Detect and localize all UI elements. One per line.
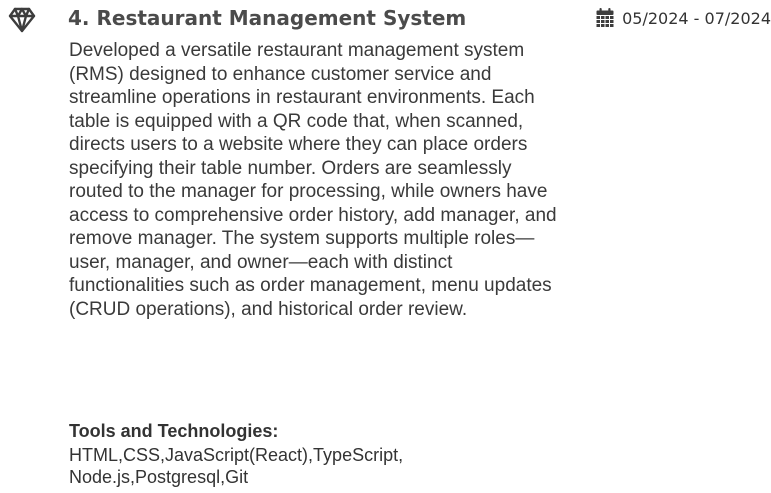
calendar-icon [596,8,614,28]
project-description: Developed a versatile restaurant managem… [69,40,557,320]
tools-list: HTML,CSS,JavaScript(React),TypeScript, N… [69,445,404,487]
project-entry: 4. Restaurant Management System 05/2024 … [0,0,771,493]
project-title: 4. Restaurant Management System [68,6,467,30]
date-range-text: 05/2024 - 07/2024 [622,8,771,28]
gem-icon [8,6,36,34]
date-range: 05/2024 - 07/2024 [596,5,771,31]
tools-heading: Tools and Technologies: [69,421,279,441]
